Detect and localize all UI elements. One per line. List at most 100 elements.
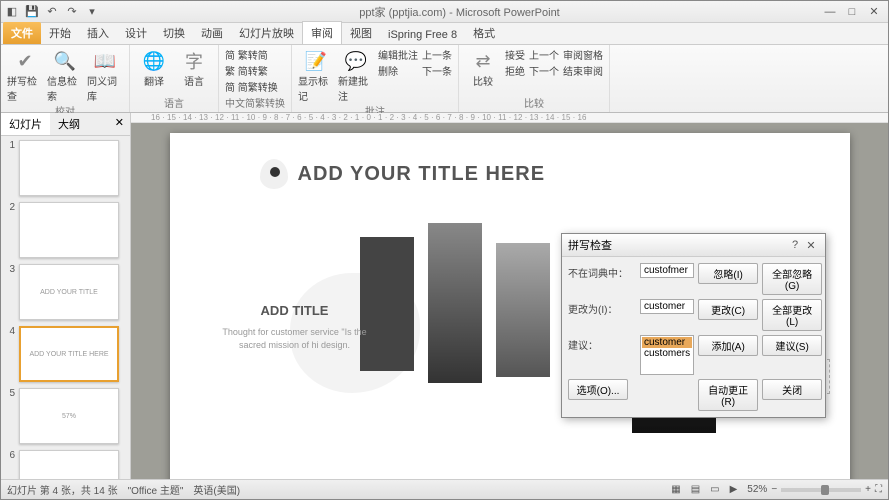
close-button[interactable]: ✕: [864, 5, 884, 19]
thumb-2[interactable]: 2: [5, 202, 126, 258]
group-chinese: 简 繁转简 繁 简转繁 简 简繁转换 中文简繁转换: [219, 45, 292, 112]
not-in-dict-input[interactable]: [640, 263, 694, 278]
new-comment-button[interactable]: 💬新建批注: [338, 47, 374, 103]
research-button[interactable]: 🔍信息检索: [47, 47, 83, 103]
ignore-all-button[interactable]: 全部忽略(G): [762, 263, 822, 295]
review-pane-button[interactable]: 审阅窗格: [563, 47, 603, 62]
app-icon: ◧: [5, 5, 19, 19]
thesaurus-button[interactable]: 📖同义词库: [87, 47, 123, 103]
maximize-button[interactable]: □: [842, 5, 862, 19]
tab-view[interactable]: 视图: [342, 22, 380, 44]
qat-more-icon[interactable]: ▾: [85, 5, 99, 19]
show-markup-button[interactable]: 📝显示标记: [298, 47, 334, 103]
tab-slideshow[interactable]: 幻灯片放映: [231, 22, 302, 44]
thumb-1[interactable]: 1: [5, 140, 126, 196]
undo-icon[interactable]: ↶: [45, 5, 59, 19]
close-panel-icon[interactable]: ✕: [109, 113, 130, 135]
group-proofing: ✔拼写检查 🔍信息检索 📖同义词库 校对: [1, 45, 130, 112]
reject-button[interactable]: 拒绝: [505, 63, 525, 78]
spellcheck-button[interactable]: ✔拼写检查: [7, 47, 43, 103]
view-reading-icon[interactable]: ▭: [710, 484, 719, 495]
zoom-slider[interactable]: [781, 488, 861, 492]
suggest-button[interactable]: 建议(S): [762, 335, 822, 356]
thumb-6[interactable]: 6: [5, 450, 126, 479]
status-slide-number: 幻灯片 第 4 张，共 14 张: [7, 482, 118, 497]
dialog-titlebar[interactable]: 拼写检查 ? ✕: [562, 234, 825, 257]
suggestion-item[interactable]: customer: [642, 337, 692, 348]
canvas-scroll[interactable]: ADD YOUR TITLE HERE ADD TITLE Thought fo…: [131, 123, 888, 479]
zoom-value: 52%: [747, 484, 767, 495]
view-sorter-icon[interactable]: ▤: [691, 484, 700, 495]
dialog-close-icon[interactable]: ✕: [803, 239, 819, 252]
simp-to-trad-button[interactable]: 繁 简转繁: [225, 63, 278, 78]
spellcheck-dialog[interactable]: 拼写检查 ? ✕ 不在词典中： 忽略(I) 全部忽略(G) 更改为(I)： 更改…: [561, 233, 826, 418]
next-change-button[interactable]: 下一个: [529, 63, 559, 78]
outline-tab[interactable]: 大纲: [50, 113, 88, 135]
help-icon[interactable]: ?: [787, 239, 803, 251]
group-label: 比较: [465, 95, 603, 110]
slides-tab[interactable]: 幻灯片: [1, 113, 50, 135]
tab-ispring[interactable]: iSpring Free 8: [380, 26, 465, 44]
photo-3[interactable]: [496, 243, 550, 377]
next-comment-button[interactable]: 下一条: [422, 63, 452, 78]
save-icon[interactable]: 💾: [25, 5, 39, 19]
group-label: 语言: [136, 95, 212, 110]
thesaurus-icon: 📖: [93, 49, 117, 73]
thumb-4[interactable]: 4ADD YOUR TITLE HERE: [5, 326, 126, 382]
language-button[interactable]: 字语言: [176, 47, 212, 88]
ignore-button[interactable]: 忽略(I): [698, 263, 758, 284]
dialog-title: 拼写检查: [568, 237, 787, 253]
tab-file[interactable]: 文件: [3, 22, 41, 44]
quick-access-toolbar: ◧ 💾 ↶ ↷ ▾: [5, 5, 99, 19]
chinese-convert-button[interactable]: 简 简繁转换: [225, 79, 278, 94]
change-button[interactable]: 更改(C): [698, 299, 758, 320]
autocorrect-button[interactable]: 自动更正(R): [698, 379, 758, 411]
zoom-fit-icon[interactable]: ⛶: [875, 484, 882, 495]
compare-button[interactable]: ⇄比较: [465, 47, 501, 88]
suggestion-list[interactable]: customer customers: [640, 335, 694, 375]
tab-home[interactable]: 开始: [41, 22, 79, 44]
left-text-block[interactable]: ADD TITLE Thought for customer service "…: [210, 303, 380, 351]
tab-review[interactable]: 审阅: [302, 21, 342, 44]
thumb-3[interactable]: 3ADD YOUR TITLE: [5, 264, 126, 320]
tab-transitions[interactable]: 切换: [155, 22, 193, 44]
change-all-button[interactable]: 全部更改(L): [762, 299, 822, 331]
tab-animations[interactable]: 动画: [193, 22, 231, 44]
translate-button[interactable]: 🌐翻译: [136, 47, 172, 88]
group-compare: ⇄比较 接受 拒绝 上一个 下一个 审阅窗格 结束审阅 比较: [459, 45, 610, 112]
zoom-control[interactable]: 52% − + ⛶: [747, 484, 882, 495]
powerpoint-window: ◧ 💾 ↶ ↷ ▾ ppt家 (pptjia.com) - Microsoft …: [0, 0, 889, 500]
window-title: ppt家 (pptjia.com) - Microsoft PowerPoint: [99, 4, 820, 20]
zoom-in-icon[interactable]: +: [865, 484, 871, 495]
thumbnails[interactable]: 1 2 3ADD YOUR TITLE 4ADD YOUR TITLE HERE…: [1, 136, 130, 479]
status-language[interactable]: 英语(美国): [193, 482, 240, 497]
minimize-button[interactable]: —: [820, 5, 840, 19]
tab-design[interactable]: 设计: [117, 22, 155, 44]
prev-change-button[interactable]: 上一个: [529, 47, 559, 62]
workspace: 幻灯片 大纲 ✕ 1 2 3ADD YOUR TITLE 4ADD YOUR T…: [1, 113, 888, 479]
view-slideshow-icon[interactable]: ▶: [730, 484, 738, 495]
end-review-button[interactable]: 结束审阅: [563, 63, 603, 78]
zoom-out-icon[interactable]: −: [771, 484, 777, 495]
trad-to-simp-button[interactable]: 简 繁转简: [225, 47, 278, 62]
view-normal-icon[interactable]: ▦: [671, 484, 680, 495]
photo-2[interactable]: [428, 223, 482, 383]
edit-comment-button[interactable]: 编辑批注: [378, 47, 418, 62]
markup-icon: 📝: [304, 49, 328, 73]
blob-icon: [260, 159, 288, 189]
close-dialog-button[interactable]: 关闭: [762, 379, 822, 400]
add-button[interactable]: 添加(A): [698, 335, 758, 356]
redo-icon[interactable]: ↷: [65, 5, 79, 19]
slide-title-area[interactable]: ADD YOUR TITLE HERE: [260, 159, 546, 189]
options-button[interactable]: 选项(O)...: [568, 379, 628, 400]
label-not-in-dict: 不在词典中：: [568, 263, 636, 280]
thumb-5[interactable]: 557%: [5, 388, 126, 444]
comment-icon: 💬: [344, 49, 368, 73]
suggestion-item[interactable]: customers: [642, 348, 692, 359]
tab-insert[interactable]: 插入: [79, 22, 117, 44]
delete-comment-button[interactable]: 删除: [378, 63, 418, 78]
accept-button[interactable]: 接受: [505, 47, 525, 62]
tab-format[interactable]: 格式: [465, 22, 503, 44]
prev-comment-button[interactable]: 上一条: [422, 47, 452, 62]
change-to-input[interactable]: [640, 299, 694, 314]
